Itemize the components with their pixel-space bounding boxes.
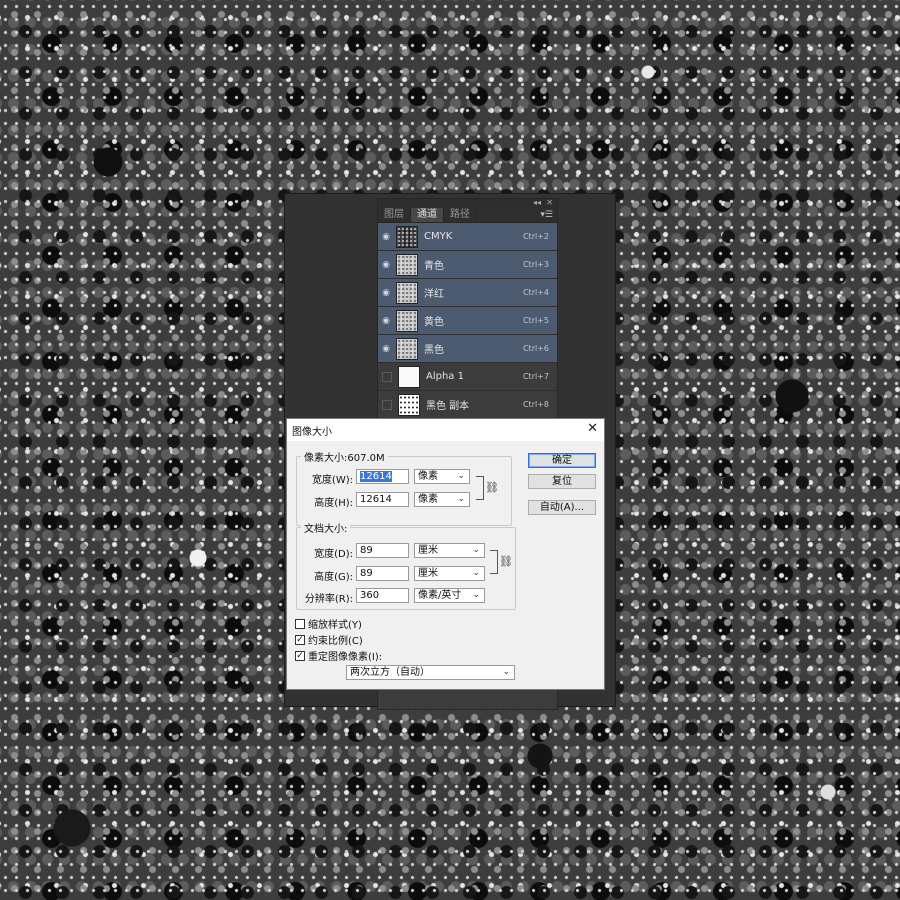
constrain-label: 约束比例(C) — [308, 636, 363, 647]
ok-button[interactable]: 确定 — [528, 453, 596, 468]
doc-height-input[interactable]: 89 — [356, 566, 409, 581]
channel-thumbnail — [396, 225, 418, 248]
channel-thumbnail — [396, 309, 418, 332]
eye-icon[interactable]: ◉ — [378, 307, 394, 334]
channel-shortcut: Ctrl+7 — [522, 372, 549, 381]
doc-width-label: 宽度(D): — [314, 549, 353, 560]
channel-row[interactable]: ◉ 黄色 Ctrl+5 — [378, 307, 557, 335]
channel-shortcut: Ctrl+6 — [522, 344, 549, 353]
double-chevron-icon[interactable]: ◂◂ — [533, 198, 541, 207]
pixel-height-input[interactable]: 12614 — [356, 492, 409, 507]
chevron-down-icon: ⌄ — [457, 494, 465, 504]
channel-thumbnail — [398, 365, 420, 388]
channel-name: 黑色 — [424, 345, 444, 356]
check-icon: ✓ — [295, 634, 305, 645]
eye-icon[interactable]: ◉ — [378, 335, 394, 362]
eye-icon[interactable]: ◉ — [378, 223, 394, 250]
channel-row[interactable]: ◉ 青色 Ctrl+3 — [378, 251, 557, 279]
panel-tabs: 图层 通道 路径 ▾☰ — [378, 208, 557, 223]
check-icon: ✓ — [295, 650, 305, 661]
channel-name: 洋红 — [424, 289, 444, 300]
scale-styles-label: 缩放样式(Y) — [308, 620, 362, 631]
channel-shortcut: Ctrl+4 — [522, 288, 549, 297]
doc-link-bracket — [490, 550, 498, 574]
resample-checkbox[interactable]: ✓ 重定图像像素(I): — [295, 648, 382, 663]
panel-topbar: ◂◂ ✕ — [378, 198, 557, 208]
reset-button[interactable]: 复位 — [528, 474, 596, 489]
eye-icon[interactable]: ◉ — [378, 279, 394, 306]
resample-method-select[interactable]: 两次立方（自动） ⌄ — [346, 665, 515, 680]
document-size-legend: 文档大小: — [301, 520, 351, 535]
pixel-dimensions-legend: 像素大小:607.0M — [301, 449, 388, 464]
scale-styles-checkbox[interactable]: 缩放样式(Y) — [295, 616, 362, 631]
auto-button[interactable]: 自动(A)... — [528, 500, 596, 515]
channel-thumbnail — [396, 337, 418, 360]
channel-shortcut: Ctrl+2 — [522, 232, 549, 241]
chevron-down-icon: ⌄ — [472, 590, 480, 600]
channel-list: ◉ CMYK Ctrl+2 ◉ 青色 Ctrl+3 ◉ 洋红 Ctrl+4 ◉ … — [378, 223, 557, 419]
chevron-down-icon: ⌄ — [472, 568, 480, 578]
constrain-proportions-checkbox[interactable]: ✓ 约束比例(C) — [295, 632, 363, 647]
pixel-width-input[interactable]: 12614 — [356, 469, 409, 484]
eye-icon[interactable]: ◉ — [378, 251, 394, 278]
resample-label: 重定图像像素(I): — [308, 652, 383, 663]
pixel-width-label: 宽度(W): — [311, 475, 353, 486]
chevron-down-icon: ⌄ — [472, 545, 480, 555]
dialog-title: 图像大小 — [292, 427, 332, 438]
pixel-height-label: 高度(H): — [314, 498, 353, 509]
channel-shortcut: Ctrl+8 — [522, 400, 549, 409]
channel-thumbnail — [396, 281, 418, 304]
visibility-toggle[interactable] — [382, 371, 392, 382]
channel-thumbnail — [398, 393, 420, 416]
tab-paths[interactable]: 路径 — [444, 208, 477, 222]
doc-width-input[interactable]: 89 — [356, 543, 409, 558]
doc-height-unit-select[interactable]: 厘米 ⌄ — [414, 566, 485, 581]
channel-row[interactable]: Alpha 1 Ctrl+7 — [378, 363, 557, 391]
pixel-height-unit-select[interactable]: 像素 ⌄ — [414, 492, 470, 507]
channel-shortcut: Ctrl+3 — [522, 260, 549, 269]
tab-layers[interactable]: 图层 — [378, 208, 411, 222]
channel-row[interactable]: ◉ 黑色 Ctrl+6 — [378, 335, 557, 363]
channel-thumbnail — [396, 253, 418, 276]
channel-row[interactable]: ◉ CMYK Ctrl+2 — [378, 223, 557, 251]
pixel-link-bracket — [476, 476, 484, 500]
chain-link-icon: ⛓ — [485, 481, 499, 494]
panel-menu-icon[interactable]: ▾☰ — [540, 208, 553, 222]
visibility-toggle[interactable] — [382, 399, 392, 410]
doc-height-label: 高度(G): — [314, 572, 353, 583]
channel-name: CMYK — [424, 231, 453, 242]
image-size-dialog: 图像大小 ✕ 像素大小:607.0M 宽度(W): 12614 像素 ⌄ 高度(H… — [286, 418, 605, 690]
pixel-width-unit-select[interactable]: 像素 ⌄ — [414, 469, 470, 484]
channel-name: 青色 — [424, 261, 444, 272]
resolution-label: 分辨率(R): — [304, 594, 353, 605]
chain-link-icon: ⛓ — [499, 555, 513, 568]
close-icon[interactable]: ✕ — [546, 198, 553, 207]
channel-name: 黄色 — [424, 317, 444, 328]
resolution-input[interactable]: 360 — [356, 588, 409, 603]
dialog-titlebar: 图像大小 ✕ — [287, 419, 604, 441]
doc-width-unit-select[interactable]: 厘米 ⌄ — [414, 543, 485, 558]
chevron-down-icon: ⌄ — [502, 667, 510, 677]
resolution-unit-select[interactable]: 像素/英寸 ⌄ — [414, 588, 485, 603]
channel-row[interactable]: ◉ 洋红 Ctrl+4 — [378, 279, 557, 307]
tab-channels[interactable]: 通道 — [411, 208, 444, 222]
close-icon[interactable]: ✕ — [587, 421, 598, 436]
chevron-down-icon: ⌄ — [457, 471, 465, 481]
channel-name: Alpha 1 — [426, 371, 464, 382]
channel-shortcut: Ctrl+5 — [522, 316, 549, 325]
channel-row[interactable]: 黑色 副本 Ctrl+8 — [378, 391, 557, 419]
channel-name: 黑色 副本 — [426, 401, 470, 412]
checkbox-box — [295, 618, 305, 629]
